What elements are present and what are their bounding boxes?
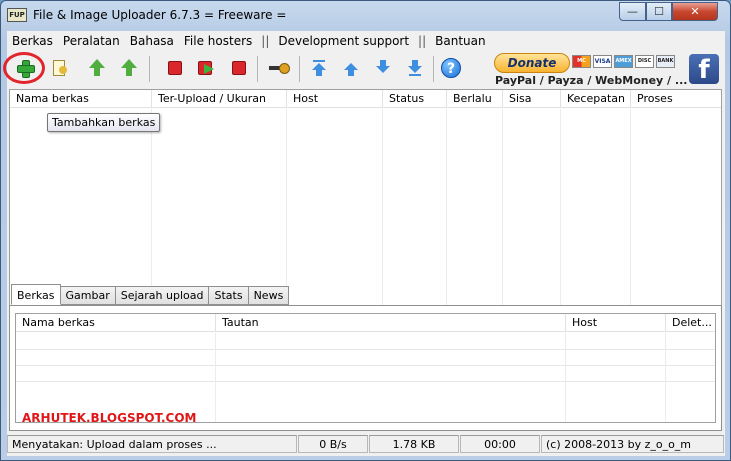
menu-bantuan[interactable]: Bantuan	[430, 34, 490, 48]
arrow-up-letter-icon	[121, 59, 137, 77]
uploaded-files-header: Nama berkas Tautan Host Delet...	[16, 314, 715, 332]
column-header-host[interactable]: Host	[566, 314, 666, 332]
watermark-text: ARHUTEK.BLOGSPOT.COM	[22, 411, 197, 425]
column-header-remaining[interactable]: Sisa	[503, 90, 561, 108]
upload-selected-button[interactable]	[117, 56, 141, 80]
highlight-circle	[3, 52, 45, 84]
skip-icon	[198, 61, 216, 75]
column-header-file-name[interactable]: Nama berkas	[10, 90, 152, 108]
tooltip: Tambahkan berkas	[47, 113, 161, 132]
move-down-icon	[376, 60, 390, 76]
menu-development-support[interactable]: Development support	[273, 34, 414, 48]
column-divider	[630, 109, 631, 308]
menu-separator: ||	[418, 33, 427, 48]
arrow-up-icon	[89, 59, 105, 77]
donate-button[interactable]: Donate	[494, 53, 570, 73]
client-area: Berkas Peralatan Bahasa File hosters || …	[3, 31, 725, 456]
menu-file-hosters[interactable]: File hosters	[179, 34, 257, 48]
move-up-icon	[344, 60, 358, 76]
amex-icon: AMEX	[614, 55, 633, 68]
status-message: Menyatakan: Upload dalam proses ...	[7, 435, 297, 453]
help-button[interactable]: ?	[439, 56, 463, 80]
visa-icon: VISA	[593, 55, 612, 68]
column-divider	[502, 109, 503, 308]
list-row-divider	[16, 381, 715, 382]
upload-button[interactable]	[85, 56, 109, 80]
mastercard-icon: MC	[572, 55, 591, 68]
column-divider	[665, 333, 666, 422]
column-header-file-name[interactable]: Nama berkas	[16, 314, 216, 332]
maximize-button[interactable]: ☐	[646, 2, 672, 21]
column-header-status[interactable]: Status	[383, 90, 447, 108]
move-up-button[interactable]	[339, 56, 363, 80]
stop-selected-button[interactable]	[163, 56, 187, 80]
column-divider	[382, 109, 383, 308]
status-speed: 0 B/s	[298, 435, 368, 453]
column-divider	[286, 109, 287, 308]
stop-all-button[interactable]	[227, 56, 251, 80]
status-copyright: (c) 2008-2013 by z_o_o_m	[541, 435, 724, 453]
toolbar-separator	[257, 56, 258, 82]
toolbar-separator	[299, 56, 300, 82]
menu-bahasa[interactable]: Bahasa	[125, 34, 179, 48]
list-row-divider	[16, 365, 715, 366]
list-row-divider	[16, 349, 715, 350]
column-divider	[560, 109, 561, 308]
status-size: 1.78 KB	[369, 435, 459, 453]
stop-icon	[168, 61, 182, 75]
minimize-button[interactable]: —	[619, 2, 646, 21]
move-bottom-button[interactable]	[403, 56, 427, 80]
toolbar: ? Donate MC VISA AMEX DISC BANK PayPal /…	[3, 52, 725, 88]
tab-panel: Nama berkas Tautan Host Delet... ARHUTEK…	[9, 305, 722, 431]
column-divider	[565, 333, 566, 422]
toolbar-separator	[433, 56, 434, 82]
accounts-button[interactable]	[267, 56, 291, 80]
facebook-button[interactable]: f	[689, 54, 719, 85]
folder-add-icon	[53, 60, 67, 76]
payment-methods-text: PayPal / Payza / WebMoney / ...	[495, 74, 688, 87]
menu-bar: Berkas Peralatan Bahasa File hosters || …	[7, 31, 725, 50]
column-header-delete[interactable]: Delet...	[666, 314, 715, 332]
move-bottom-icon	[408, 60, 422, 76]
toolbar-separator	[149, 56, 150, 82]
window-title: File & Image Uploader 6.7.3 = Freeware =	[33, 8, 287, 22]
tab-stats[interactable]: Stats	[208, 286, 249, 305]
column-header-speed[interactable]: Kecepatan	[561, 90, 631, 108]
menu-separator: ||	[261, 33, 270, 48]
close-button[interactable]: ✕	[672, 2, 718, 21]
app-window: FUP File & Image Uploader 6.7.3 = Freewa…	[0, 0, 731, 461]
stop-all-icon	[232, 61, 246, 75]
bank-icon: BANK	[656, 55, 675, 68]
skip-button[interactable]	[195, 56, 219, 80]
column-header-progress[interactable]: Proses	[631, 90, 721, 108]
status-bar: Menyatakan: Upload dalam proses ... 0 B/…	[7, 435, 725, 455]
uploaded-files-list[interactable]: Nama berkas Tautan Host Delet... ARHUTEK…	[15, 313, 716, 425]
column-divider	[446, 109, 447, 308]
move-top-button[interactable]	[307, 56, 331, 80]
tab-berkas[interactable]: Berkas	[11, 284, 61, 305]
tab-sejarah-upload[interactable]: Sejarah upload	[114, 286, 210, 305]
tab-news[interactable]: News	[247, 286, 290, 305]
column-divider	[215, 333, 216, 422]
payment-cards: MC VISA AMEX DISC BANK	[572, 55, 675, 68]
add-folder-button[interactable]	[47, 56, 71, 80]
help-icon: ?	[441, 58, 461, 78]
app-icon: FUP	[7, 8, 27, 22]
move-top-icon	[312, 60, 326, 76]
key-icon	[269, 63, 290, 74]
upload-list-header: Nama berkas Ter-Upload / Ukuran Host Sta…	[10, 90, 721, 108]
menu-peralatan[interactable]: Peralatan	[58, 34, 125, 48]
status-time: 00:00	[460, 435, 540, 453]
column-header-elapsed[interactable]: Berlalu	[447, 90, 503, 108]
title-bar[interactable]: FUP File & Image Uploader 6.7.3 = Freewa…	[1, 1, 730, 31]
discover-icon: DISC	[635, 55, 654, 68]
column-header-uploaded-size[interactable]: Ter-Upload / Ukuran	[152, 90, 287, 108]
column-header-host[interactable]: Host	[287, 90, 383, 108]
column-header-link[interactable]: Tautan	[216, 314, 566, 332]
move-down-button[interactable]	[371, 56, 395, 80]
column-divider	[151, 109, 152, 308]
tab-strip: Berkas Gambar Sejarah upload Stats News	[11, 284, 290, 306]
menu-berkas[interactable]: Berkas	[7, 34, 58, 48]
tab-gambar[interactable]: Gambar	[59, 286, 116, 305]
